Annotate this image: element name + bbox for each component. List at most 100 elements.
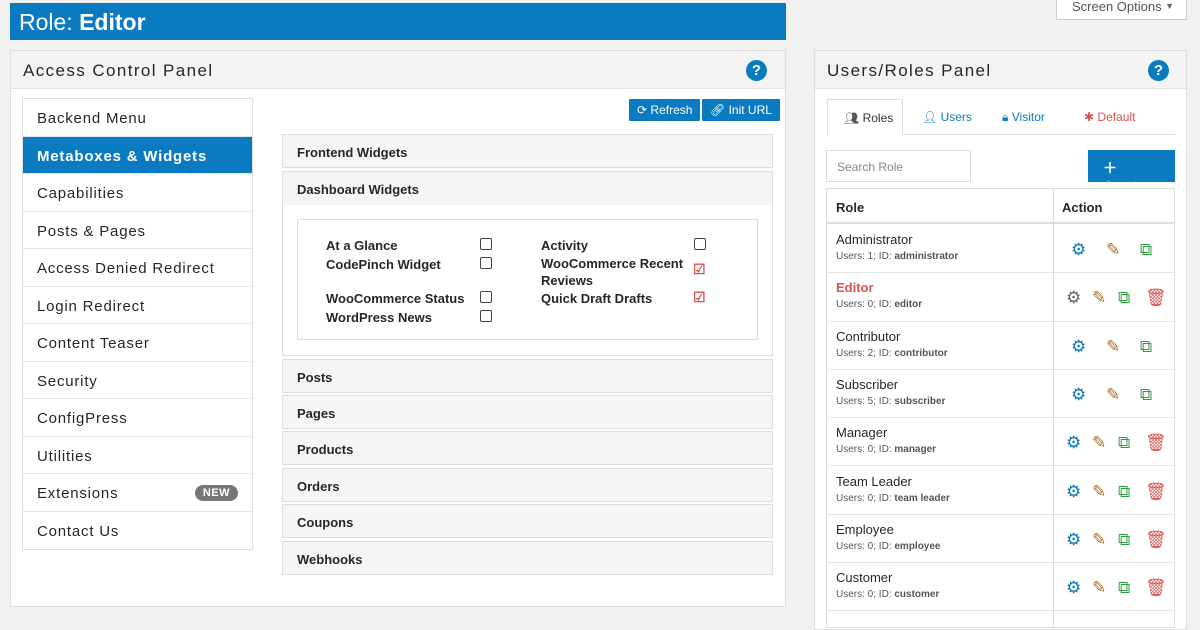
users-group-icon: 👥︎ [844,111,860,125]
copy-icon[interactable]: ⧉ [1118,531,1130,548]
menu-item-configpress[interactable]: ConfigPress [23,399,252,437]
trash-icon[interactable]: 🗑︎ [1145,483,1167,500]
menu-item-login-redirect[interactable]: Login Redirect [23,287,252,324]
role-meta: Users: 0; ID: editor [836,299,923,311]
section-dashboard-widgets[interactable]: Dashboard Widgets [282,171,773,206]
gear-icon[interactable]: ⚙ [1071,386,1086,403]
table-row: Editor Users: 0; ID: editor ⚙ ✎ ⧉ 🗑︎ [827,273,1174,322]
section-title: Webhooks [297,552,363,567]
role-column-header: Role [827,189,1053,224]
gear-icon[interactable]: ⚙ [1071,338,1086,355]
pencil-icon[interactable]: ✎ [1092,289,1106,306]
copy-icon[interactable]: ⧉ [1140,241,1152,258]
menu-item-utilities[interactable]: Utilities [23,437,252,474]
wp-news-checkbox[interactable] [480,310,492,322]
role-meta: Users: 0; ID: employee [836,540,941,552]
copy-icon[interactable]: ⧉ [1118,579,1130,596]
section-posts[interactable]: Posts [282,359,773,393]
role-meta: Users: 0; ID: team leader [836,492,950,504]
plus-icon: ＋ [1103,160,1117,176]
menu-item-label: Extensions [37,485,119,502]
activity-checkbox[interactable] [694,238,706,250]
users-panel-title: Users/Roles Panel [827,61,992,80]
menu-item-capabilities[interactable]: Capabilities [23,174,252,212]
access-panel-header: Access Control Panel [11,51,785,89]
trash-icon[interactable]: 🗑︎ [1145,579,1167,596]
section-frontend-widgets[interactable]: Frontend Widgets [282,134,773,168]
new-badge: NEW [194,485,238,501]
action-column-header: Action [1053,189,1174,224]
menu-item-access-denied-redirect[interactable]: Access Denied Redirect [23,249,252,287]
gear-icon[interactable]: ⚙ [1066,434,1081,451]
pencil-icon[interactable]: ✎ [1106,386,1120,403]
role-name: Editor [79,9,146,35]
copy-icon[interactable]: ⧉ [1140,386,1152,403]
trash-icon[interactable]: 🗑︎ [1145,531,1167,548]
pencil-icon[interactable]: ✎ [1092,531,1106,548]
pencil-icon[interactable]: ✎ [1092,579,1106,596]
tab-users[interactable]: 👤︎ Users [922,99,972,135]
user-icon: 👤︎ [922,110,938,124]
checked-box-icon[interactable]: ☑ [693,290,706,304]
menu-item-security[interactable]: Security [23,362,252,399]
section-title: Frontend Widgets [297,145,408,160]
init-url-button[interactable]: 🔗︎ Init URL [702,99,780,121]
codepinch-checkbox[interactable] [480,257,492,269]
gear-icon[interactable]: ⚙ [1066,483,1081,500]
at-a-glance-checkbox[interactable] [480,238,492,250]
widget-label: Activity [541,238,588,253]
section-title: Products [297,442,354,457]
tab-visitor[interactable]: 🔒︎ Visitor [1002,99,1045,135]
table-row: Manager Users: 0; ID: manager ⚙ ✎ ⧉ 🗑︎ [827,418,1174,467]
gear-icon[interactable]: ⚙ [1071,241,1086,258]
role-meta: Users: 1; ID: administrator [836,251,959,262]
role-name: Administrator [836,232,913,247]
section-pages[interactable]: Pages [282,395,773,429]
access-help-icon[interactable]: ? [746,60,767,81]
gear-icon[interactable]: ⚙ [1066,579,1081,596]
checked-box-icon[interactable]: ☑ [693,262,706,276]
link-icon: 🔗︎ [710,103,726,117]
users-help-icon[interactable]: ? [1148,60,1169,81]
tab-default[interactable]: ✱ Default [1084,99,1135,135]
menu-item-posts-pages[interactable]: Posts & Pages [23,212,252,249]
pencil-icon[interactable]: ✎ [1092,434,1106,451]
section-webhooks[interactable]: Webhooks [282,541,773,575]
gear-icon[interactable]: ⚙ [1066,531,1081,548]
menu-item-contact-us[interactable]: Contact Us [23,512,252,550]
create-role-button[interactable]: ＋ Create [1088,150,1175,194]
widget-label: WooCommerce Status [326,291,465,306]
copy-icon[interactable]: ⧉ [1118,289,1130,306]
role-name: Customer [836,570,893,586]
section-orders[interactable]: Orders [282,468,773,502]
menu-item-metaboxes-widgets[interactable]: Metaboxes & Widgets [23,136,252,174]
tab-label: Default [1097,110,1136,124]
role-tabs: 👥︎ Roles 👤︎ Users 🔒︎ Visitor ✱ Default [827,99,1175,135]
menu-item-content-teaser[interactable]: Content Teaser [23,324,252,362]
menu-item-label: Capabilities [37,185,125,202]
woo-status-checkbox[interactable] [480,291,492,303]
screen-options-button[interactable]: Screen Options ▼ [1056,0,1187,20]
search-role-input[interactable]: Search Role [826,150,971,182]
copy-icon[interactable]: ⧉ [1140,338,1152,355]
pencil-icon[interactable]: ✎ [1106,241,1120,258]
role-name: Employee [836,521,894,537]
trash-icon[interactable]: 🗑︎ [1145,289,1167,306]
section-title: Dashboard Widgets [297,182,419,197]
tab-roles[interactable]: 👥︎ Roles [827,99,903,135]
copy-icon[interactable]: ⧉ [1118,483,1130,500]
menu-item-label: ConfigPress [37,410,128,427]
gear-icon[interactable]: ⚙ [1066,289,1081,306]
table-row: Employee Users: 0; ID: employee ⚙ ✎ ⧉ 🗑︎ [827,515,1174,564]
pencil-icon[interactable]: ✎ [1106,338,1120,355]
refresh-button[interactable]: ⟳ Refresh [629,99,701,121]
trash-icon[interactable]: 🗑︎ [1145,434,1167,451]
menu-item-backend-menu[interactable]: Backend Menu [23,99,252,137]
menu-item-extensions[interactable]: Extensions NEW [23,474,252,512]
copy-icon[interactable]: ⧉ [1118,434,1130,451]
widget-label: WordPress News [326,310,432,325]
pencil-icon[interactable]: ✎ [1092,483,1106,500]
role-name: Manager [836,425,888,441]
section-products[interactable]: Products [282,431,773,465]
section-coupons[interactable]: Coupons [282,504,773,538]
